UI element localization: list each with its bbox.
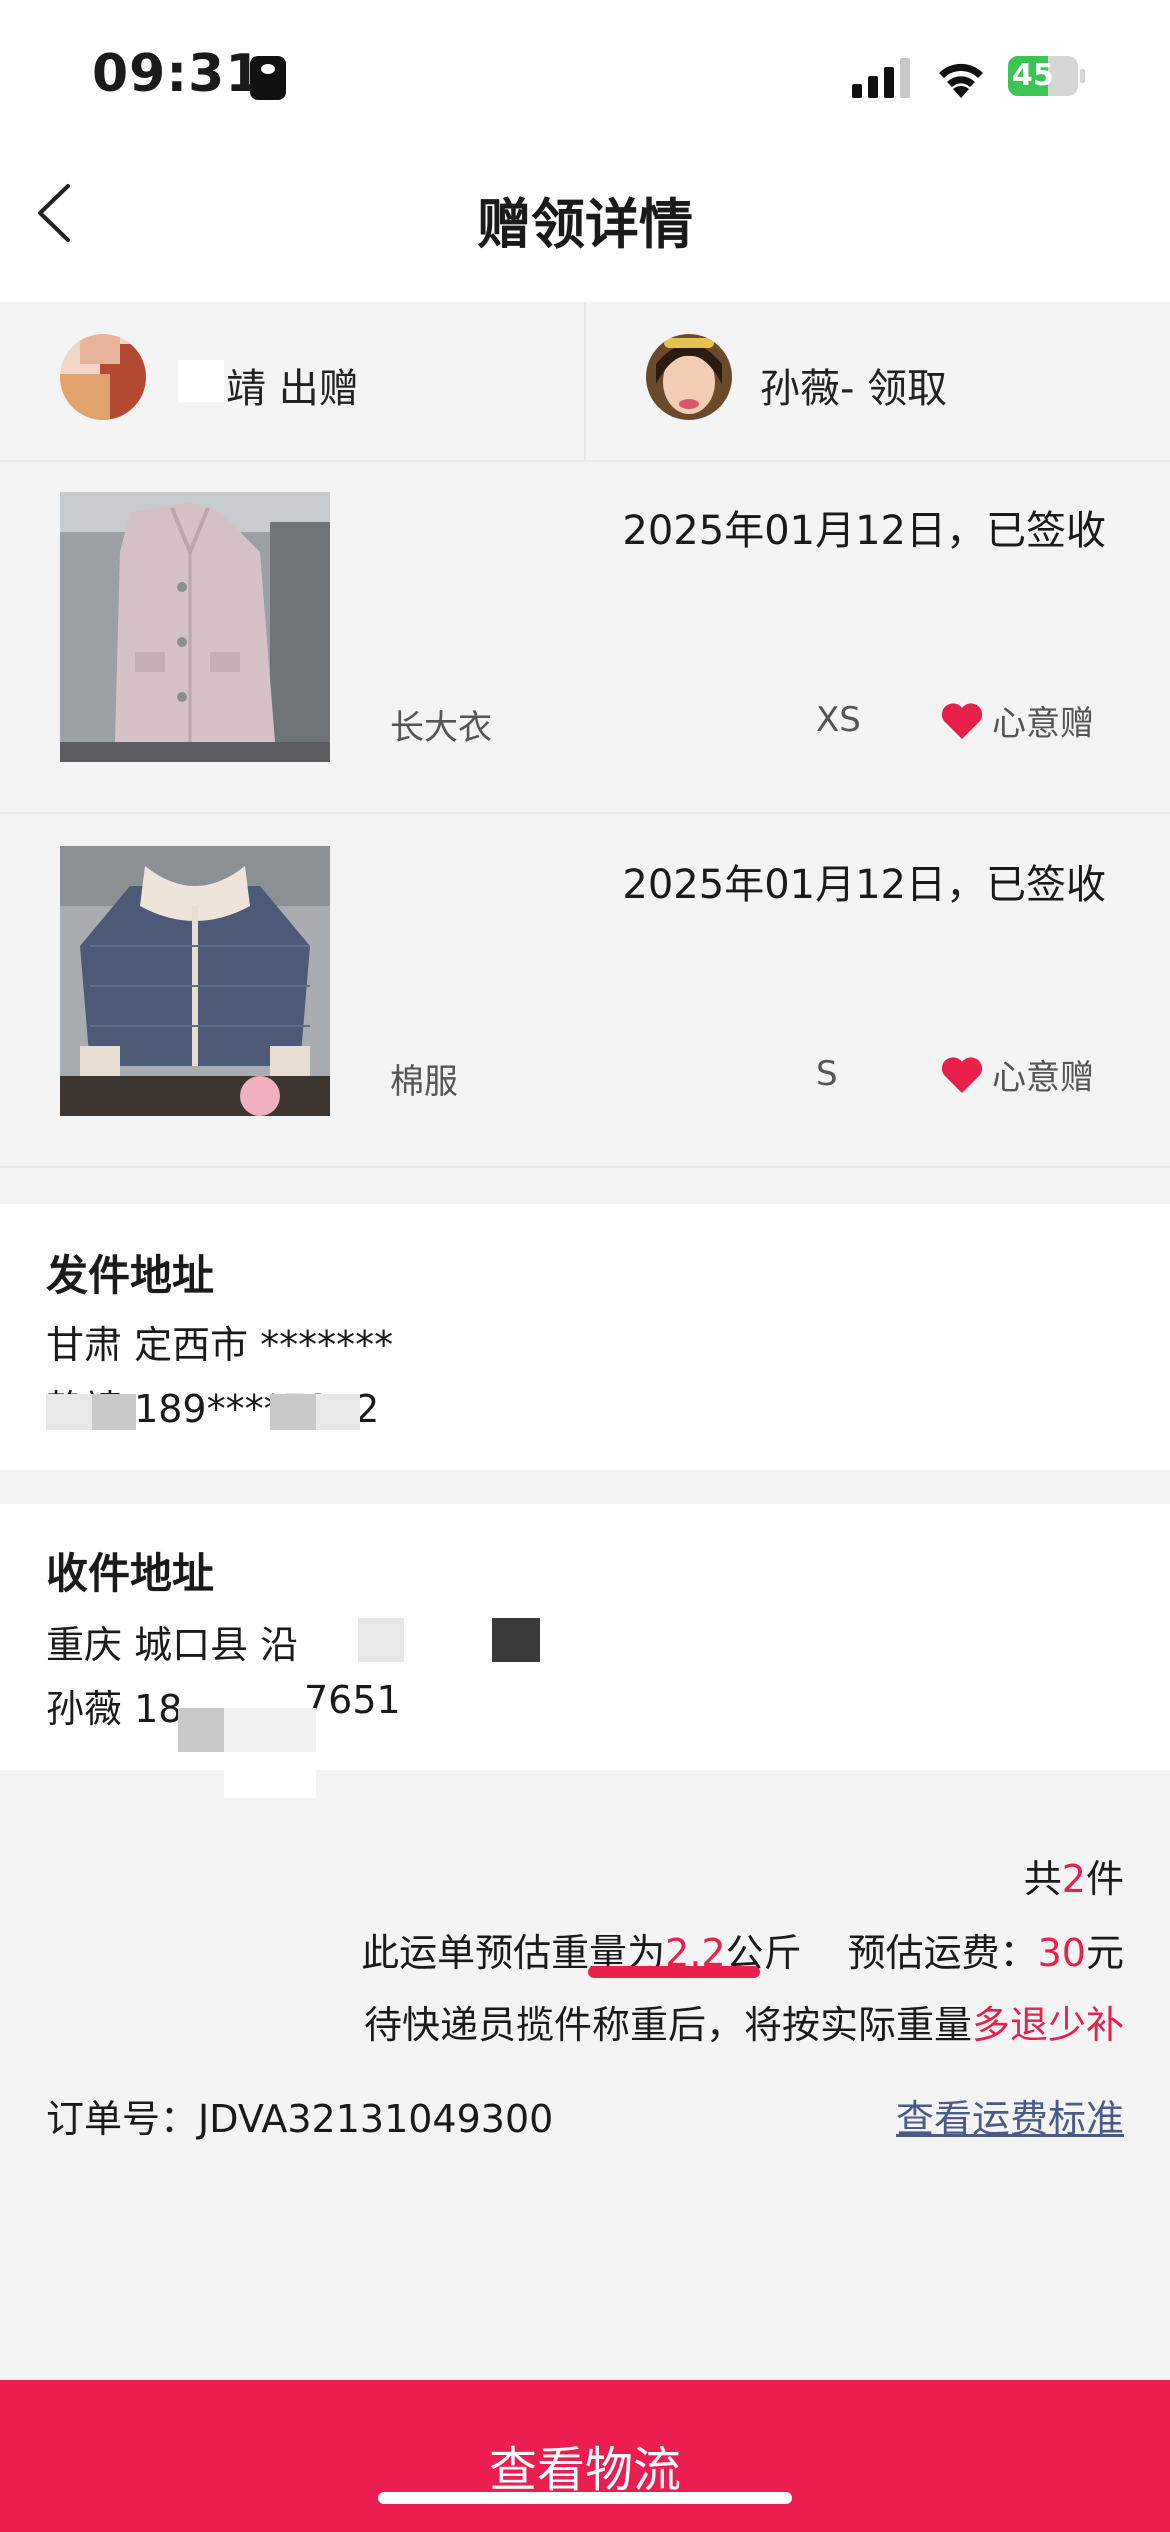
item-photo-padded-jacket — [60, 846, 330, 1116]
item-size: XS — [816, 700, 861, 740]
battery-icon: 45 — [1008, 56, 1085, 96]
redacted-block — [224, 1770, 316, 1798]
giver-avatar[interactable] — [60, 334, 146, 420]
redacted-block — [178, 360, 224, 402]
page-title: 赠领详情 — [477, 193, 693, 256]
redacted-block — [92, 1394, 136, 1430]
nav-bar: 赠领详情 — [0, 150, 1170, 302]
item-name: 长大衣 — [390, 708, 492, 748]
redacted-block — [270, 1394, 316, 1430]
redacted-block — [492, 1618, 540, 1662]
redacted-block — [178, 1708, 224, 1752]
total-count-line: 共2件 — [1024, 1848, 1124, 1903]
view-logistics-label: 查看物流 — [488, 2442, 681, 2498]
receiver-avatar[interactable] — [646, 334, 732, 420]
gift-tag: 心意赠 — [940, 696, 1094, 745]
heart-icon — [941, 1056, 983, 1093]
note-highlight: 多退少补 — [971, 2003, 1124, 2047]
note-prefix: 待快递员揽件称重后，将按实际重量 — [363, 2003, 972, 2047]
item-date-status: 2025年01月12日，已签收 — [622, 508, 1106, 554]
item-row[interactable]: 2025年01月12日，已签收 长大衣 XS 心意赠 — [0, 462, 1170, 814]
sender-address-title: 发件地址 — [46, 1251, 215, 1300]
parties-row: 靖 出赠 孙薇- 领取 — [0, 302, 1170, 462]
item-name: 棉服 — [390, 1062, 458, 1102]
order-label: 订单号： — [46, 2097, 199, 2141]
receiver-address-card: 收件地址 重庆 城口县 沿 孙薇 18 7651 — [0, 1504, 1170, 1770]
total-prefix: 共 — [1023, 1857, 1062, 1901]
item-size: S — [816, 1054, 838, 1094]
focus-badge-icon — [250, 56, 286, 100]
giver-label: 靖 出赠 — [226, 366, 359, 412]
total-suffix: 件 — [1085, 1857, 1124, 1901]
heart-icon — [941, 702, 983, 739]
redacted-block — [358, 1618, 404, 1662]
order-number-line: 订单号：JDVA32131049300 — [46, 2088, 553, 2143]
item-row[interactable]: 2025年01月12日，已签收 棉服 S 心意赠 — [0, 816, 1170, 1168]
sender-region: 甘肃 定西市 ******* — [46, 1323, 394, 1367]
redacted-block — [316, 1394, 360, 1430]
handwritten-underline — [588, 1966, 760, 1978]
receiver-contact-suffix: 7651 — [304, 1678, 401, 1722]
receiver-contact-prefix: 孙薇 18 — [46, 1687, 183, 1731]
item-photo-coat — [60, 492, 330, 762]
gift-label: 心意赠 — [992, 704, 1094, 744]
redacted-block — [46, 1394, 92, 1430]
fee-label: 预估运费： — [847, 1931, 1038, 1975]
status-time: 09:31 — [92, 44, 263, 104]
fee-standard-link[interactable]: 查看运费标准 — [896, 2088, 1124, 2143]
redacted-block — [224, 1708, 316, 1752]
status-bar: 09:31 45 — [0, 0, 1170, 150]
receiver-label: 孙薇- 领取 — [760, 366, 948, 412]
fee-value: 30 — [1037, 1931, 1086, 1975]
order-number: JDVA32131049300 — [198, 2097, 554, 2141]
party-divider — [584, 302, 586, 460]
wifi-icon — [939, 63, 983, 98]
receiver-region: 重庆 城口县 沿 — [46, 1623, 299, 1667]
gift-label: 心意赠 — [992, 1058, 1094, 1098]
cellular-signal-icon — [852, 58, 910, 98]
fee-unit: 元 — [1085, 1931, 1124, 1975]
total-count: 2 — [1061, 1857, 1086, 1901]
item-date-status: 2025年01月12日，已签收 — [622, 862, 1106, 908]
battery-level: 45 — [1012, 58, 1054, 93]
weight-note-line: 待快递员揽件称重后，将按实际重量多退少补 — [364, 1994, 1124, 2049]
sender-address-card: 发件地址 甘肃 定西市 ******* 静靖 189****7352 — [0, 1204, 1170, 1470]
view-logistics-button[interactable]: 查看物流 — [0, 2380, 1170, 2532]
home-indicator — [378, 2492, 792, 2504]
gift-tag: 心意赠 — [940, 1050, 1094, 1099]
receiver-address-title: 收件地址 — [46, 1549, 215, 1598]
